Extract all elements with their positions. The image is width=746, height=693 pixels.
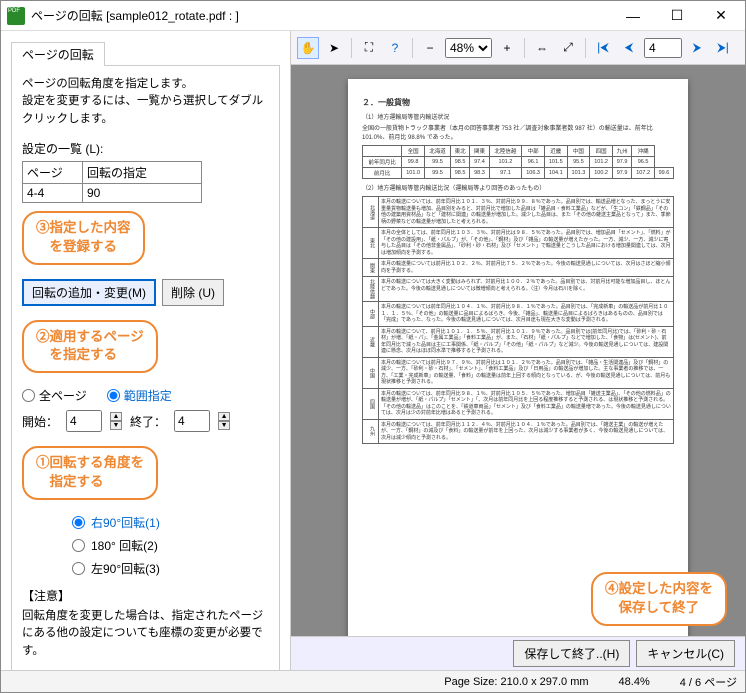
grid-icon[interactable]: ⛶ (358, 37, 380, 59)
callout-4: ④設定した内容を 保存して終了 (591, 572, 727, 626)
note-body: 回転角度を変更した場合は、指定されたページにある他の設定についても座標の変更が必… (22, 608, 269, 660)
close-button[interactable]: ✕ (699, 2, 743, 30)
radio-left90[interactable]: 左90°回転(3) (72, 560, 269, 577)
status-zoom: 48.4% (619, 676, 650, 688)
callout-1: ①回転する角度を 指定する (22, 446, 158, 500)
page-preview: ２．一般貨物 （1）地方運輸局等管内輸送状況 全国の一般貨物トラック事業者（本月… (348, 79, 688, 636)
description-text: ページの回転角度を指定します。 設定を変更するには、一覧から選択してダブルクリッ… (22, 76, 269, 128)
status-pagesize: Page Size: 210.0 x 297.0 mm (444, 676, 588, 688)
radio-right90[interactable]: 右90°回転(1) (72, 514, 269, 531)
app-window: ページの回転 [sample012_rotate.pdf : ] — ☐ ✕ ペ… (0, 0, 746, 693)
zoom-out-icon[interactable]: − (419, 37, 441, 59)
scope-radios: 全ページ 範囲指定 (22, 387, 269, 404)
doc-sub2: （2）地方運輸局等管内輸送比況（運輸局等より回答のあったもの） (362, 183, 674, 192)
preview-area[interactable]: ２．一般貨物 （1）地方運輸局等管内輸送状況 全国の一般貨物トラック事業者（本月… (291, 65, 745, 636)
settings-table[interactable]: ページ 回転の指定 4-4 90 (22, 161, 202, 203)
callout-2: ②適用するページ を指定する (22, 320, 158, 374)
last-page-icon[interactable]: ⮞| (712, 37, 734, 59)
hand-tool-icon[interactable]: ✋ (297, 37, 319, 59)
app-icon (7, 7, 25, 25)
end-spinner[interactable]: ▲▼ (218, 412, 230, 430)
delete-button[interactable]: 削除 (U) (162, 279, 224, 306)
doc-sub1: （1）地方運輸局等管内輸送状況 (362, 112, 674, 121)
preview-panel: ✋ ➤ ⛶ ? − 48% + ⇔ ⤢ |⮜ ⮜ ⮞ ⮞| (291, 31, 745, 670)
range-row: 開始： ▲▼ 終了： ▲▼ (22, 410, 269, 432)
end-input[interactable] (174, 410, 210, 432)
tab-rotate[interactable]: ページの回転 (11, 42, 105, 66)
radio-allpages[interactable]: 全ページ (22, 387, 87, 404)
col-rotation: 回転の指定 (83, 162, 201, 183)
start-input[interactable] (66, 410, 102, 432)
callout-3: ③指定した内容 を登録する (22, 211, 145, 265)
statusbar: Page Size: 210.0 x 297.0 mm 48.4% 4 / 6 … (1, 670, 745, 692)
status-page: 4 / 6 ページ (680, 674, 737, 690)
cell-rotation: 90 (83, 184, 201, 202)
maximize-button[interactable]: ☐ (655, 2, 699, 30)
preview-toolbar: ✋ ➤ ⛶ ? − 48% + ⇔ ⤢ |⮜ ⮜ ⮞ ⮞| (291, 31, 745, 65)
save-exit-button[interactable]: 保存して終了..(H) (513, 640, 630, 667)
cancel-button[interactable]: キャンセル(C) (636, 640, 735, 667)
prev-page-icon[interactable]: ⮜ (618, 37, 640, 59)
panel-inner: ページの回転角度を指定します。 設定を変更するには、一覧から選択してダブルクリッ… (11, 65, 280, 670)
doc-table2: 北海道本月の輸送については、前年同月比１０１．３％、対前月比９９．８％であった。… (362, 196, 674, 444)
list-label: 設定の一覧 (L): (22, 140, 269, 157)
minimize-button[interactable]: — (611, 2, 655, 30)
table-row[interactable]: 4-4 90 (23, 184, 201, 202)
next-page-icon[interactable]: ⮞ (686, 37, 708, 59)
content-area: ページの回転 ページの回転角度を指定します。 設定を変更するには、一覧から選択し… (1, 31, 745, 670)
col-page: ページ (23, 162, 83, 183)
doc-table1: 全国北海道東北関東北陸信越中部近畿中国四国九州沖縄前年同月比99.899.598… (362, 145, 674, 179)
doc-sub1b: 全国の一般貨物トラック事業者（本月の回答事業者 753 社／調査対象事業者数 9… (362, 123, 674, 141)
first-page-icon[interactable]: |⮜ (592, 37, 614, 59)
start-label: 開始： (22, 413, 58, 430)
help-icon[interactable]: ? (384, 37, 406, 59)
fit-width-icon[interactable]: ⇔ (531, 37, 553, 59)
doc-heading: ２．一般貨物 (362, 97, 674, 108)
note-title: 【注意】 (22, 587, 269, 604)
dialog-footer: 保存して終了..(H) キャンセル(C) (291, 636, 745, 670)
start-spinner[interactable]: ▲▼ (110, 412, 122, 430)
radio-180[interactable]: 180° 回転(2) (72, 537, 269, 554)
page-input[interactable] (644, 38, 682, 58)
zoom-in-icon[interactable]: + (496, 37, 518, 59)
fit-page-icon[interactable]: ⤢ (557, 37, 579, 59)
cell-page: 4-4 (23, 184, 83, 202)
table-header: ページ 回転の指定 (23, 162, 201, 184)
settings-panel: ページの回転 ページの回転角度を指定します。 設定を変更するには、一覧から選択し… (1, 31, 291, 670)
window-title: ページの回転 [sample012_rotate.pdf : ] (31, 7, 611, 24)
zoom-select[interactable]: 48% (445, 38, 492, 58)
radio-range[interactable]: 範囲指定 (107, 387, 172, 404)
add-change-button[interactable]: 回転の追加・変更(M) (22, 279, 156, 306)
titlebar: ページの回転 [sample012_rotate.pdf : ] — ☐ ✕ (1, 1, 745, 31)
select-tool-icon[interactable]: ➤ (323, 37, 345, 59)
end-label: 終了： (130, 413, 166, 430)
rotate-options: 右90°回転(1) 180° 回転(2) 左90°回転(3) (72, 514, 269, 577)
